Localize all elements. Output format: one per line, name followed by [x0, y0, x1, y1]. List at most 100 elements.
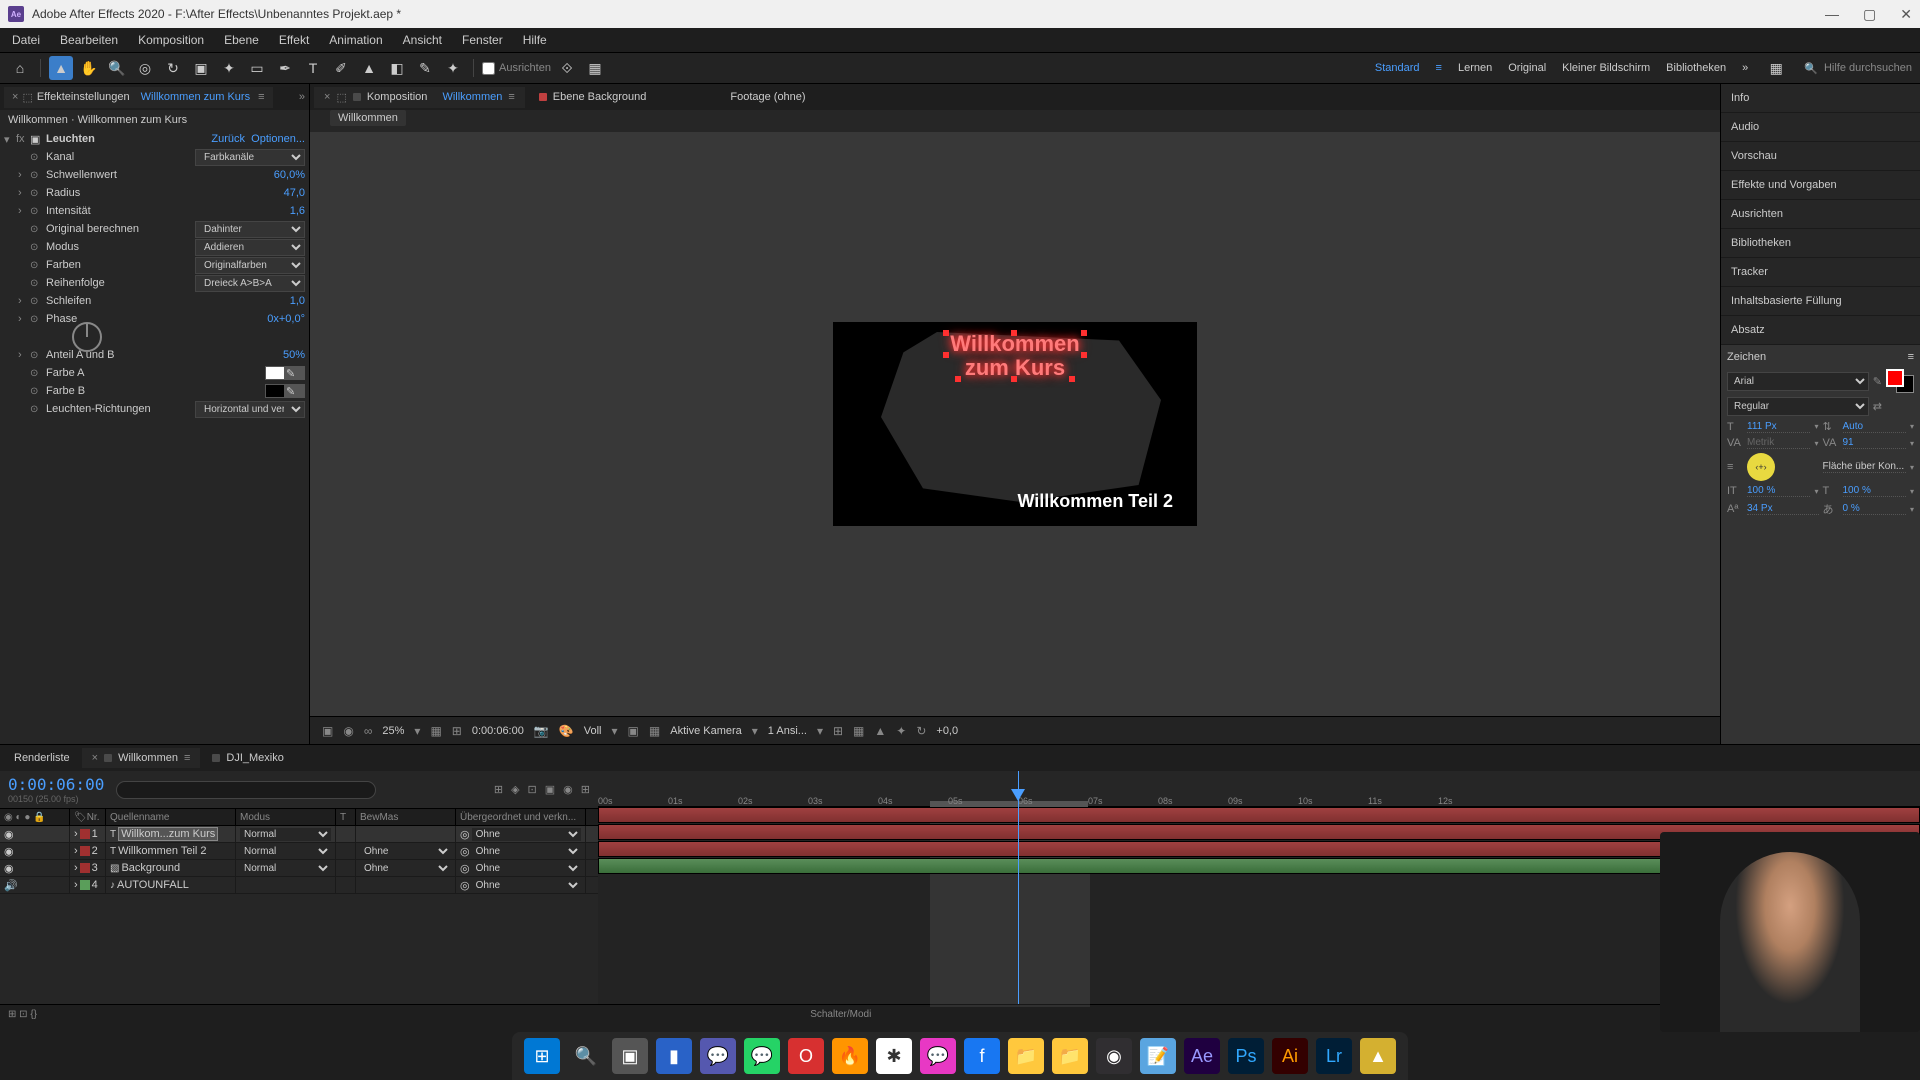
pen-tool[interactable]: ✒ — [273, 56, 297, 80]
menu-datei[interactable]: Datei — [8, 31, 44, 49]
camera-tool[interactable]: ▣ — [189, 56, 213, 80]
font-style-dropdown[interactable]: Regular — [1727, 397, 1869, 416]
panel-effekte[interactable]: Effekte und Vorgaben — [1721, 171, 1920, 200]
tab-lock-icon[interactable]: ⬚ — [336, 91, 346, 104]
timeline-tab-willkommen[interactable]: × Willkommen ≡ — [82, 748, 201, 768]
panel-info[interactable]: Info — [1721, 84, 1920, 113]
comp-tab-willkommen[interactable]: × ⬚ Komposition Willkommen ≡ — [314, 87, 525, 108]
brush-tool[interactable]: ✐ — [329, 56, 353, 80]
parent-dropdown[interactable]: Ohne — [472, 828, 581, 841]
region-icon[interactable]: ▣ — [628, 724, 639, 738]
effect-header-row[interactable]: ▾ fx ▣ Leuchten Zurück Optionen... — [0, 130, 309, 148]
pixel-icon[interactable]: ⊞ — [833, 724, 843, 738]
main-text-layer[interactable]: Willkommen zum Kurs — [950, 332, 1079, 380]
timeline-layer-row[interactable]: ◉ ›3 ▧Background Normal Ohne ◎Ohne — [0, 860, 598, 877]
font-size-input[interactable]: 111 Px — [1747, 421, 1810, 433]
timeline-tab-render[interactable]: Renderliste — [4, 748, 80, 768]
stopwatch-icon[interactable]: ⊙ — [30, 314, 44, 325]
tab-lock-icon[interactable]: ⬚ — [22, 91, 32, 104]
leading-input[interactable]: Auto — [1843, 421, 1906, 433]
menu-ebene[interactable]: Ebene — [220, 31, 263, 49]
toggle-brace-icon[interactable]: {} — [30, 1009, 37, 1020]
snapshot-icon[interactable]: 📷 — [534, 724, 549, 738]
stopwatch-icon[interactable]: ⊙ — [30, 278, 44, 289]
close-button[interactable]: ✕ — [1900, 6, 1912, 23]
snap-opt-icon[interactable]: ⟐ — [555, 56, 579, 80]
draft-icon[interactable]: ◈ — [511, 783, 519, 796]
effect-icon[interactable]: ✦ — [896, 724, 906, 738]
folder2-icon[interactable]: 📁 — [1052, 1038, 1088, 1074]
start-icon[interactable]: ⊞ — [524, 1038, 560, 1074]
timeline-search[interactable] — [116, 781, 376, 799]
menu-effekt[interactable]: Effekt — [275, 31, 313, 49]
grid-icon[interactable]: ⊞ — [452, 724, 462, 738]
panel-ausrichten[interactable]: Ausrichten — [1721, 200, 1920, 229]
workspace-kleiner[interactable]: Kleiner Bildschirm — [1562, 62, 1650, 74]
graph-icon[interactable]: ⊞ — [581, 783, 590, 796]
layer-name[interactable]: Background — [121, 862, 180, 874]
parent-pick-icon[interactable]: ◎ — [460, 879, 470, 892]
puppet-tool[interactable]: ✦ — [441, 56, 465, 80]
workspace-original[interactable]: Original — [1508, 62, 1546, 74]
menu-komposition[interactable]: Komposition — [134, 31, 208, 49]
stroke-mode-dropdown[interactable]: Fläche über Kon... — [1823, 461, 1906, 473]
parent-dropdown[interactable]: Ohne — [472, 845, 581, 858]
color-dropper[interactable]: ✎ — [285, 366, 305, 380]
mask-icon[interactable]: ∞ — [364, 724, 373, 738]
parent-dropdown[interactable]: Ohne — [472, 862, 581, 875]
layer-name[interactable]: Willkommen Teil 2 — [118, 845, 206, 857]
obs-icon[interactable]: ◉ — [1096, 1038, 1132, 1074]
res-icon[interactable]: ▦ — [430, 724, 441, 738]
facebook-icon[interactable]: f — [964, 1038, 1000, 1074]
home-icon[interactable]: ⌂ — [8, 56, 32, 80]
prop-value[interactable]: 60,0% — [274, 169, 305, 181]
menu-fenster[interactable]: Fenster — [458, 31, 507, 49]
panel-vorschau[interactable]: Vorschau — [1721, 142, 1920, 171]
prop-select[interactable]: Dreieck A>B>A — [195, 275, 305, 292]
stopwatch-icon[interactable]: ⊙ — [30, 152, 44, 163]
parent-dropdown[interactable]: Ohne — [472, 879, 581, 892]
visibility-toggle[interactable]: ◉ — [4, 828, 14, 841]
effect-controls-tab[interactable]: × ⬚ Effekteinstellungen Willkommen zum K… — [4, 87, 273, 108]
track-matte[interactable]: Ohne — [360, 845, 451, 858]
orbit-tool[interactable]: ◎ — [133, 56, 157, 80]
slack-icon[interactable]: ✱ — [876, 1038, 912, 1074]
anchor-tool[interactable]: ✦ — [217, 56, 241, 80]
channel-icon[interactable]: ◉ — [343, 724, 353, 738]
tsume-input[interactable]: 0 % — [1843, 503, 1906, 515]
transparency-icon[interactable]: ▦ — [649, 724, 660, 738]
3d-icon[interactable]: ▲ — [874, 724, 886, 738]
text-tool[interactable]: T — [301, 56, 325, 80]
tab-close-icon[interactable]: × — [92, 752, 98, 764]
composition-viewer[interactable]: Willkommen zum Kurs Willkommen Teil 2 — [310, 132, 1720, 716]
timeline-ruler[interactable]: 00s01s02s03s04s05s06s07s08s09s10s11s12s — [598, 771, 1920, 807]
workspace-menu-icon[interactable]: ≡ — [1436, 62, 1442, 74]
timeline-tab-dji[interactable]: DJI_Mexiko — [202, 748, 293, 768]
panel-bibliotheken[interactable]: Bibliotheken — [1721, 229, 1920, 258]
track-matte[interactable]: Ohne — [360, 862, 451, 875]
color-dropper[interactable]: ✎ — [285, 384, 305, 398]
color-mgmt-icon[interactable]: 🎨 — [559, 724, 574, 738]
stopwatch-icon[interactable]: ⊙ — [30, 296, 44, 307]
hscale-input[interactable]: 100 % — [1843, 485, 1906, 497]
search-input[interactable]: Hilfe durchsuchen — [1824, 62, 1912, 74]
visibility-toggle[interactable]: ◉ — [4, 862, 14, 875]
tab-close-icon[interactable]: × — [324, 91, 330, 103]
stopwatch-icon[interactable]: ⊙ — [30, 368, 44, 379]
comp-tab-background[interactable]: Ebene Background — [529, 87, 657, 107]
panel-tracker[interactable]: Tracker — [1721, 258, 1920, 287]
menu-hilfe[interactable]: Hilfe — [519, 31, 551, 49]
parent-pick-icon[interactable]: ◎ — [460, 845, 470, 858]
layer-color[interactable] — [80, 880, 90, 890]
phase-dial[interactable] — [72, 322, 102, 352]
teams-icon[interactable]: 💬 — [700, 1038, 736, 1074]
prop-value[interactable]: 0x+0,0° — [267, 313, 305, 325]
prop-select[interactable]: Farbkanäle — [195, 149, 305, 166]
rotate-tool[interactable]: ↻ — [161, 56, 185, 80]
text-color-picker[interactable] — [1886, 369, 1914, 393]
timeline-layer-row[interactable]: ◉ ›1 TWillkom...zum Kurs Normal ◎Ohne — [0, 826, 598, 843]
roto-tool[interactable]: ✎ — [413, 56, 437, 80]
shy-icon[interactable]: ⊡ — [528, 783, 537, 796]
stopwatch-icon[interactable]: ⊙ — [30, 386, 44, 397]
ae-task-icon[interactable]: Ae — [1184, 1038, 1220, 1074]
